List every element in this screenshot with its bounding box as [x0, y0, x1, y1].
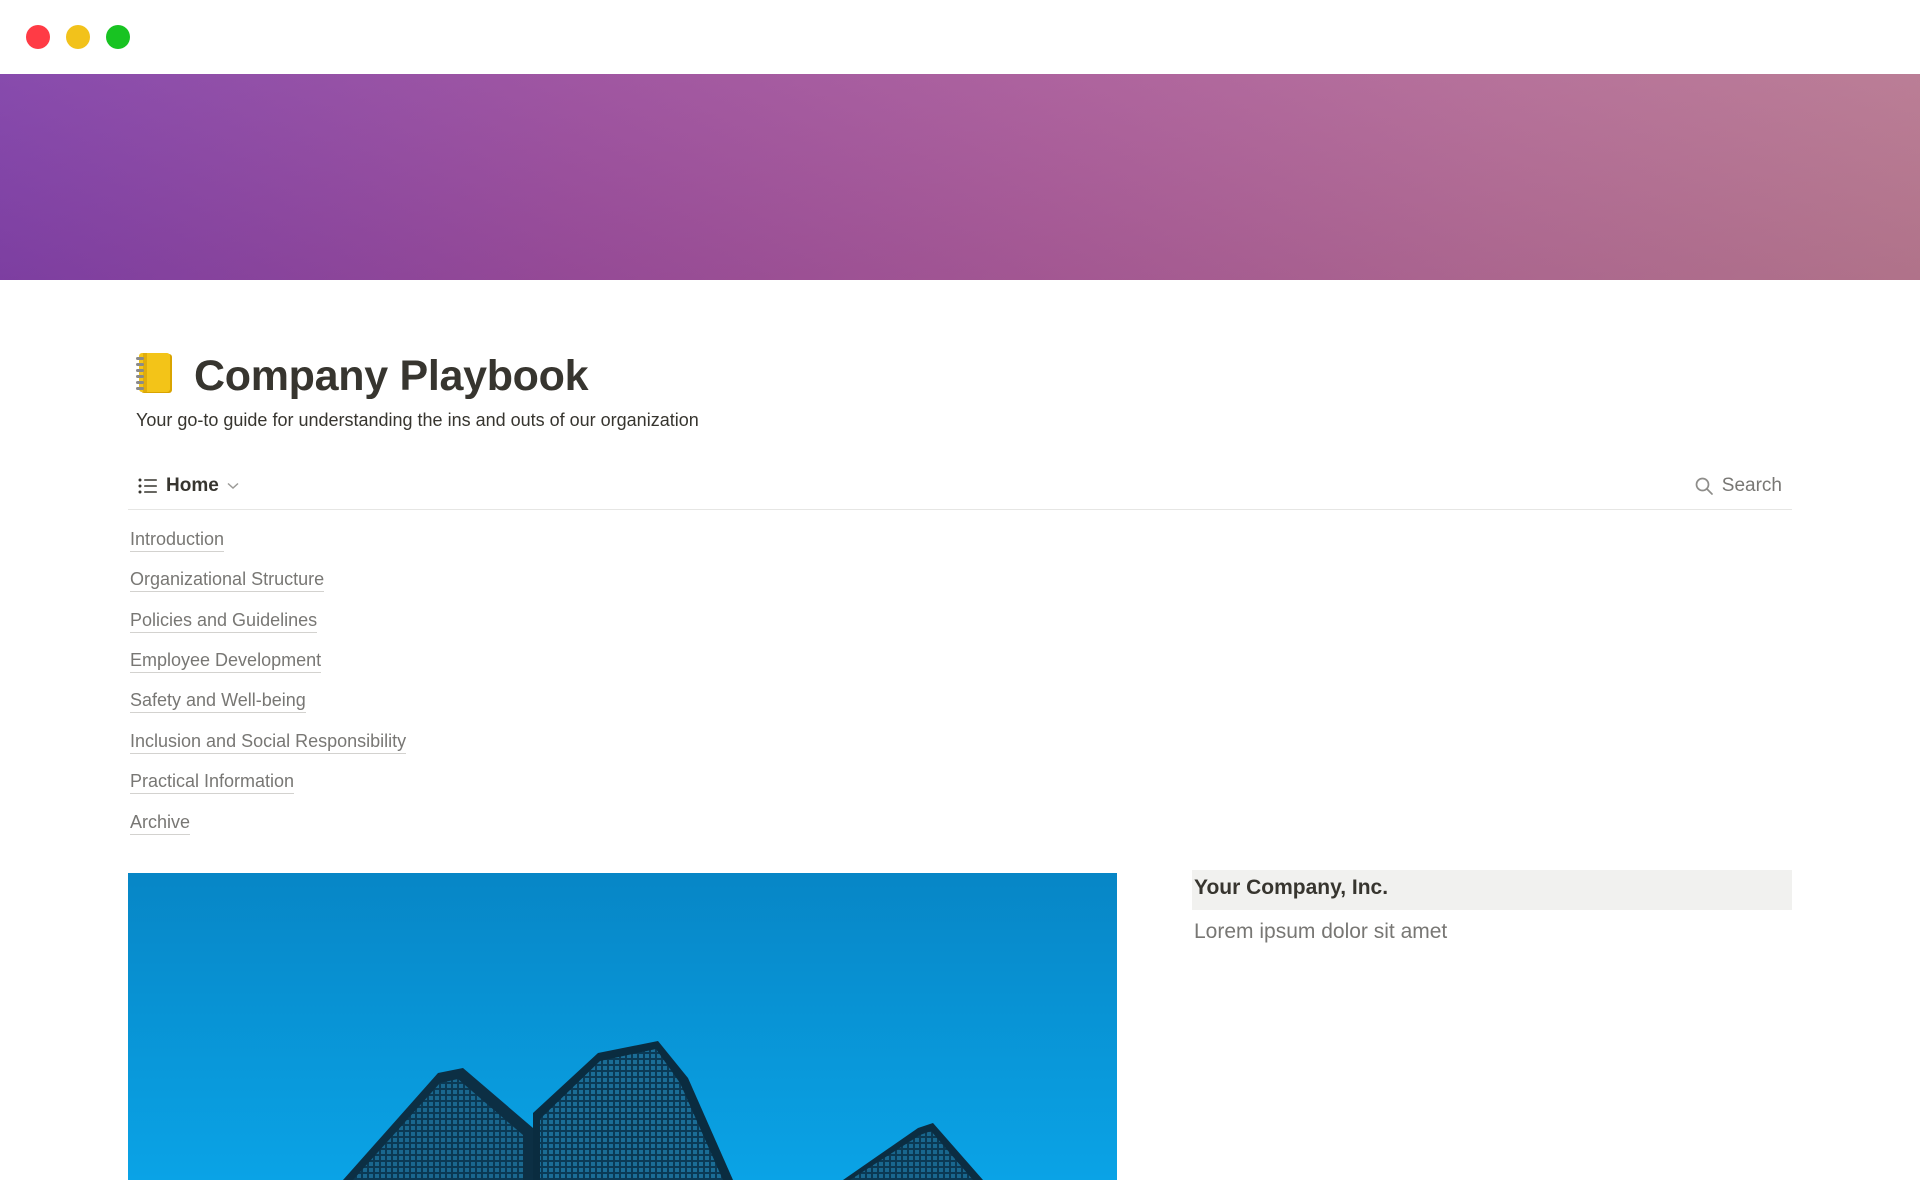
- search-label: Search: [1721, 475, 1782, 496]
- list-icon: [138, 478, 157, 494]
- page-description: Your go-to guide for understanding the i…: [136, 410, 699, 430]
- page-link-practical-information[interactable]: Practical Information: [130, 770, 295, 794]
- company-callout: Your Company, Inc. Lorem ipsum dolor sit…: [1192, 870, 1792, 944]
- search-button[interactable]: Search: [1694, 472, 1782, 500]
- notebook-icon[interactable]: [132, 350, 178, 396]
- minimize-window-button[interactable]: [66, 25, 90, 49]
- database-view-bar: Home Search: [128, 460, 1792, 510]
- office-building-image: [128, 873, 1117, 1180]
- page-link-introduction[interactable]: Introduction: [130, 528, 225, 552]
- page-link-employee-development[interactable]: Employee Development: [130, 649, 322, 673]
- page-cover-image: [0, 74, 1920, 280]
- page-link-archive[interactable]: Archive: [130, 811, 191, 835]
- page-link-safety-and-well-being[interactable]: Safety and Well-being: [130, 689, 306, 713]
- page-title[interactable]: Company Playbook: [194, 350, 589, 402]
- search-icon: [1695, 477, 1713, 495]
- callout-text[interactable]: Lorem ipsum dolor sit amet: [1192, 920, 1792, 944]
- callout-title[interactable]: Your Company, Inc.: [1192, 870, 1792, 910]
- page-link-policies-and-guidelines[interactable]: Policies and Guidelines: [130, 609, 318, 633]
- chevron-down-icon: [227, 482, 239, 490]
- window-titlebar: [0, 0, 1920, 74]
- close-window-button[interactable]: [26, 25, 50, 49]
- maximize-window-button[interactable]: [106, 25, 130, 49]
- page-link-organizational-structure[interactable]: Organizational Structure: [130, 568, 325, 592]
- view-tab-label: Home: [166, 475, 219, 496]
- page-link-inclusion-and-social-responsibility[interactable]: Inclusion and Social Responsibility: [130, 730, 407, 754]
- view-tab-home[interactable]: Home: [138, 472, 239, 500]
